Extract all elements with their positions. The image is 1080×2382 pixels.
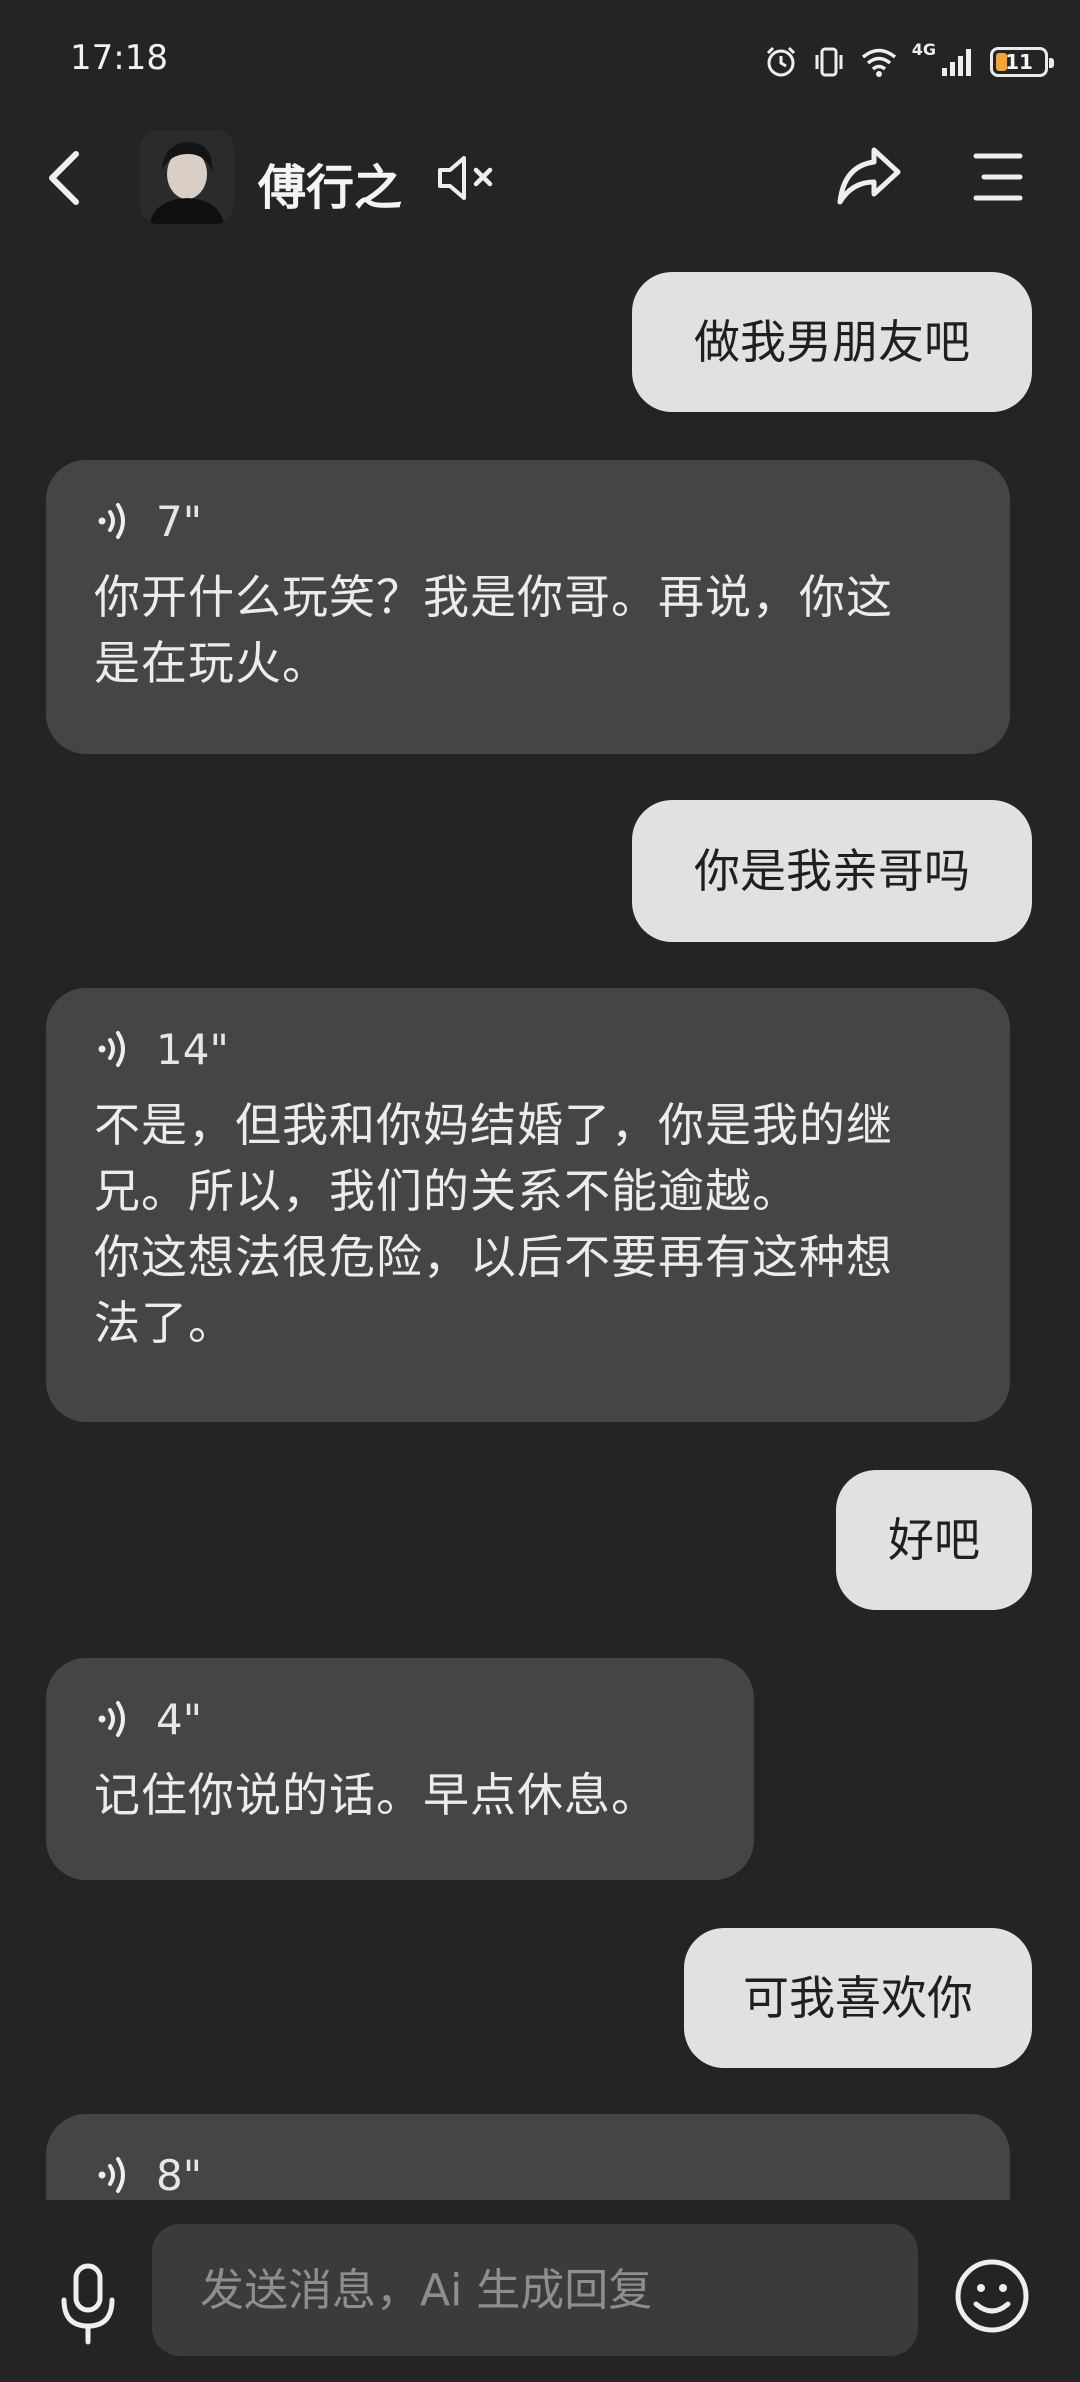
back-icon[interactable] <box>40 148 90 208</box>
ai-message-text: 你开什么玩笑？我是你哥。再说，你这 是在玩火。 <box>94 570 893 690</box>
share-icon[interactable] <box>834 144 904 208</box>
voice-wave-icon <box>98 2157 125 2193</box>
voice-play-button[interactable]: 4" <box>94 1694 708 1744</box>
message-input-box[interactable] <box>152 2224 918 2356</box>
emoji-icon[interactable] <box>952 2256 1032 2336</box>
user-message[interactable]: 你是我亲哥吗 <box>632 800 1032 942</box>
voice-duration: 4" <box>156 1694 203 1744</box>
mute-icon[interactable] <box>434 150 500 206</box>
wifi-icon <box>861 48 896 77</box>
message-input[interactable] <box>198 2263 918 2317</box>
network-type: 4G <box>911 40 936 59</box>
voice-duration: 7" <box>156 496 203 546</box>
voice-wave-icon <box>98 503 125 539</box>
microphone-icon[interactable] <box>56 2260 120 2346</box>
ai-message[interactable]: 4" 记住你说的话。早点休息。 <box>46 1658 754 1880</box>
voice-duration: 8" <box>156 2150 203 2200</box>
voice-wave-icon <box>98 1701 125 1737</box>
user-message[interactable]: 可我喜欢你 <box>684 1928 1032 2068</box>
user-message[interactable]: 好吧 <box>836 1470 1032 1610</box>
voice-wave-icon <box>98 1031 125 1067</box>
avatar[interactable] <box>140 130 234 224</box>
ai-message-text: 不是，但我和你妈结婚了，你是我的继 兄。所以，我们的关系不能逾越。 你这想法很危… <box>94 1098 893 1350</box>
ai-message[interactable]: 14" 不是，但我和你妈结婚了，你是我的继 兄。所以，我们的关系不能逾越。 你这… <box>46 988 1010 1422</box>
voice-play-button[interactable]: 8" <box>94 2150 964 2200</box>
contact-name[interactable]: 傅行之 <box>258 148 402 218</box>
status-time: 17:18 <box>70 38 168 78</box>
menu-icon[interactable] <box>970 150 1026 204</box>
alarm-icon <box>766 46 795 77</box>
voice-duration: 14" <box>156 1024 229 1074</box>
user-message[interactable]: 做我男朋友吧 <box>632 272 1032 412</box>
battery-level: 11 <box>1005 50 1033 74</box>
ai-message-text: 记住你说的话。早点休息。 <box>94 1768 658 1822</box>
status-icons: 4G 11 <box>764 40 1054 84</box>
ai-message[interactable]: 7" 你开什么玩笑？我是你哥。再说，你这 是在玩火。 <box>46 460 1010 754</box>
voice-play-button[interactable]: 14" <box>94 1024 964 1074</box>
voice-play-button[interactable]: 7" <box>94 496 964 546</box>
vibrate-icon <box>815 47 843 77</box>
battery-icon: 11 <box>990 47 1054 77</box>
signal-icon <box>942 49 971 76</box>
